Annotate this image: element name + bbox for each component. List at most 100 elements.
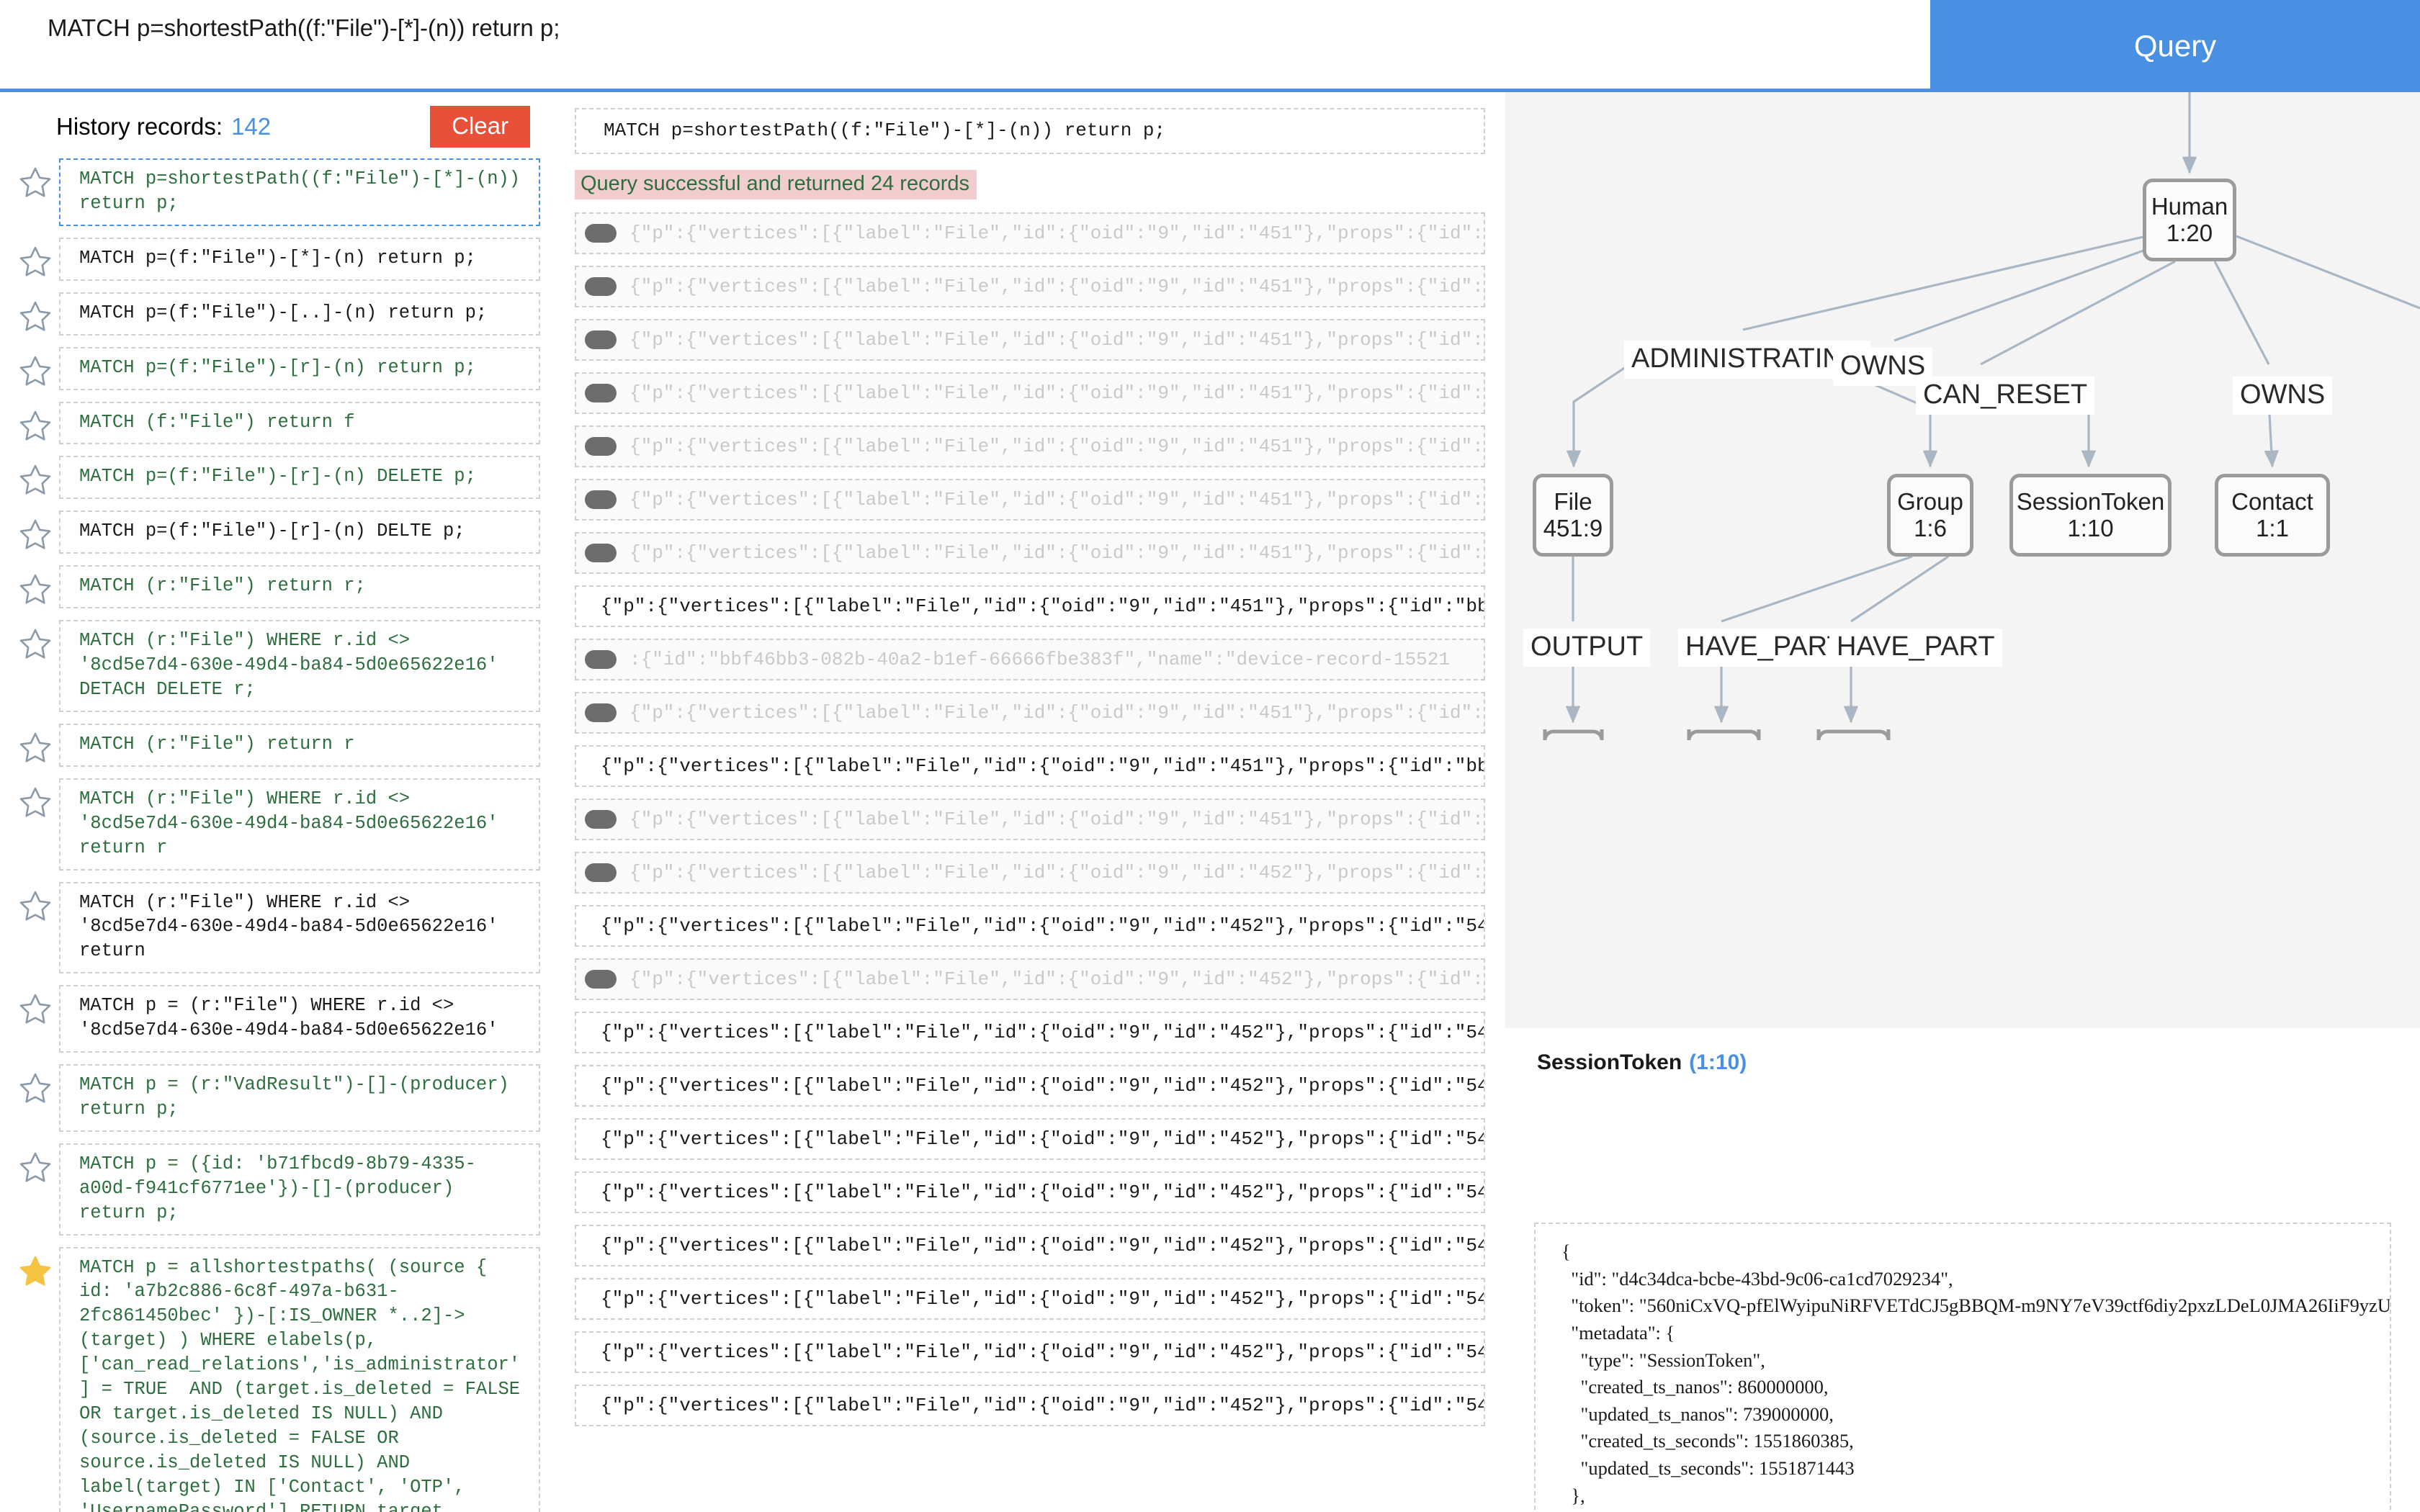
record-row[interactable]: {"p":{"vertices":[{"label":"File","id":{… [575,798,1485,840]
record-toggle-pill[interactable] [585,650,617,669]
graph-edge-label[interactable]: HAVE_PART [1829,629,2002,667]
history-item-query[interactable]: MATCH (r:"File") WHERE r.id <> '8cd5e7d4… [59,778,540,870]
history-item[interactable]: MATCH p = (r:"File") WHERE r.id <> '8cd5… [0,985,547,1053]
record-row[interactable]: {"p":{"vertices":[{"label":"File","id":{… [575,585,1485,627]
star-outline-icon[interactable] [19,463,52,496]
graph-node[interactable]: SessionToken 1:10 [2009,474,2172,557]
record-row[interactable]: {"p":{"vertices":[{"label":"File","id":{… [575,1171,1485,1213]
record-toggle-pill[interactable] [585,437,617,456]
graph-node[interactable]: Group 1:6 [1887,474,1973,557]
record-toggle-pill[interactable] [585,490,617,509]
graph-edge-label[interactable]: OWNS [2233,377,2333,415]
record-row[interactable]: {"p":{"vertices":[{"label":"File","id":{… [575,319,1485,361]
star-outline-icon[interactable] [19,409,52,442]
history-item[interactable]: MATCH (r:"File") return r [0,723,547,767]
history-item-query[interactable]: MATCH p=(f:"File")-[r]-(n) DELETE p; [59,456,540,500]
history-item[interactable]: MATCH p=(f:"File")-[r]-(n) DELTE p; [0,510,547,554]
history-item[interactable]: MATCH (r:"File") WHERE r.id <> '8cd5e7d4… [0,881,547,974]
history-item-query[interactable]: MATCH p=shortestPath((f:"File")-[*]-(n))… [59,158,540,226]
history-item[interactable]: MATCH (r:"File") WHERE r.id <> '8cd5e7d4… [0,620,547,712]
history-count: 142 [231,113,272,140]
record-row[interactable]: {"p":{"vertices":[{"label":"File","id":{… [575,212,1485,254]
history-item[interactable]: MATCH p=(f:"File")-[r]-(n) DELETE p; [0,456,547,500]
history-item-query[interactable]: MATCH p=(f:"File")-[*]-(n) return p; [59,237,540,281]
record-row[interactable]: {"p":{"vertices":[{"label":"File","id":{… [575,1118,1485,1160]
star-outline-icon[interactable] [19,889,52,922]
history-item[interactable]: MATCH p=(f:"File")-[*]-(n) return p; [0,237,547,281]
history-item-query[interactable]: MATCH p=(f:"File")-[r]-(n) DELTE p; [59,510,540,554]
record-row[interactable]: {"p":{"vertices":[{"label":"File","id":{… [575,1278,1485,1320]
record-row[interactable]: {"p":{"vertices":[{"label":"File","id":{… [575,1225,1485,1266]
record-row[interactable]: :{"id":"bbf46bb3-082b-40a2-b1ef-66666fbe… [575,639,1485,680]
history-item[interactable]: MATCH p=(f:"File")-[r]-(n) return p; [0,346,547,390]
record-row[interactable]: {"p":{"vertices":[{"label":"File","id":{… [575,1331,1485,1373]
history-item-query[interactable]: MATCH p = (r:"File") WHERE r.id <> '8cd5… [59,985,540,1053]
star-outline-icon[interactable] [19,731,52,764]
history-item[interactable]: MATCH p=(f:"File")-[..]-(n) return p; [0,292,547,336]
star-outline-icon[interactable] [19,786,52,819]
star-outline-icon[interactable] [19,354,52,387]
record-row[interactable]: {"p":{"vertices":[{"label":"File","id":{… [575,426,1485,467]
record-toggle-pill[interactable] [585,544,617,562]
record-row[interactable]: {"p":{"vertices":[{"label":"File","id":{… [575,745,1485,787]
star-outline-icon[interactable] [19,572,52,606]
star-outline-icon[interactable] [19,300,52,333]
clear-history-button[interactable]: Clear [430,106,530,148]
record-row[interactable]: {"p":{"vertices":[{"label":"File","id":{… [575,692,1485,734]
history-item[interactable]: MATCH p = (r:"VadResult")-[]-(producer) … [0,1064,547,1132]
record-row[interactable]: {"p":{"vertices":[{"label":"File","id":{… [575,1065,1485,1107]
history-item-query[interactable]: MATCH p = (r:"VadResult")-[]-(producer) … [59,1064,540,1132]
record-toggle-pill[interactable] [585,970,617,989]
record-toggle-pill[interactable] [585,384,617,402]
star-outline-icon[interactable] [19,518,52,551]
record-json-text: {"p":{"vertices":[{"label":"File","id":{… [629,329,1484,351]
history-item[interactable]: MATCH (f:"File") return f [0,401,547,445]
record-row[interactable]: {"p":{"vertices":[{"label":"File","id":{… [575,372,1485,414]
record-row[interactable]: {"p":{"vertices":[{"label":"File","id":{… [575,905,1485,947]
star-filled-icon[interactable] [19,1254,52,1287]
detail-title: SessionToken [1537,1050,1682,1074]
history-item-query[interactable]: MATCH p = ({id: 'b71fbcd9-8b79-4335-a00d… [59,1143,540,1236]
history-item-query[interactable]: MATCH (r:"File") return r [59,723,540,767]
history-item-query[interactable]: MATCH p = allshortestpaths( (source { id… [59,1246,540,1512]
graph-node[interactable]: Human 1:20 [2143,179,2236,261]
star-outline-icon[interactable] [19,1071,52,1104]
record-toggle-pill[interactable] [585,810,617,829]
record-toggle-pill[interactable] [585,330,617,349]
history-item-query[interactable]: MATCH p=(f:"File")-[..]-(n) return p; [59,292,540,336]
graph-node[interactable]: Contact 1:1 [2215,474,2330,557]
graph-visualization[interactable]: Human 1:20 File 451:9 Group 1:6 SessionToken 1:… [1505,92,2420,1028]
record-row[interactable]: {"p":{"vertices":[{"label":"File","id":{… [575,266,1485,307]
record-row[interactable]: {"p":{"vertices":[{"label":"File","id":{… [575,1385,1485,1426]
star-outline-icon[interactable] [19,166,52,199]
graph-edge-label[interactable]: HAVE_PART [1678,629,1851,667]
query-button[interactable]: Query [1930,0,2420,92]
star-outline-icon[interactable] [19,1151,52,1184]
history-item[interactable]: MATCH p = ({id: 'b71fbcd9-8b79-4335-a00d… [0,1143,547,1236]
graph-edge-label[interactable]: OUTPUT [1523,629,1651,667]
record-toggle-pill[interactable] [585,863,617,882]
history-item-query[interactable]: MATCH (f:"File") return f [59,401,540,445]
graph-edge-label[interactable]: CAN_RESET [1916,377,2095,415]
history-item[interactable]: MATCH (r:"File") return r; [0,565,547,609]
record-row[interactable]: {"p":{"vertices":[{"label":"File","id":{… [575,1012,1485,1053]
record-row[interactable]: {"p":{"vertices":[{"label":"File","id":{… [575,532,1485,574]
query-input[interactable] [0,0,1930,92]
record-row[interactable]: {"p":{"vertices":[{"label":"File","id":{… [575,852,1485,894]
record-toggle-pill[interactable] [585,703,617,722]
history-item-query[interactable]: MATCH (r:"File") WHERE r.id <> '8cd5e7d4… [59,881,540,974]
star-outline-icon[interactable] [19,992,52,1025]
record-row[interactable]: {"p":{"vertices":[{"label":"File","id":{… [575,479,1485,521]
history-item[interactable]: MATCH p = allshortestpaths( (source { id… [0,1246,547,1512]
star-outline-icon[interactable] [19,627,52,660]
history-item[interactable]: MATCH p=shortestPath((f:"File")-[*]-(n))… [0,158,547,226]
history-item-query[interactable]: MATCH (r:"File") WHERE r.id <> '8cd5e7d4… [59,620,540,712]
record-toggle-pill[interactable] [585,224,617,243]
history-item-query[interactable]: MATCH (r:"File") return r; [59,565,540,609]
history-item[interactable]: MATCH (r:"File") WHERE r.id <> '8cd5e7d4… [0,778,547,870]
star-outline-icon[interactable] [19,245,52,278]
record-row[interactable]: {"p":{"vertices":[{"label":"File","id":{… [575,958,1485,1000]
record-toggle-pill[interactable] [585,277,617,296]
history-item-query[interactable]: MATCH p=(f:"File")-[r]-(n) return p; [59,346,540,390]
graph-node[interactable]: File 451:9 [1533,474,1613,557]
